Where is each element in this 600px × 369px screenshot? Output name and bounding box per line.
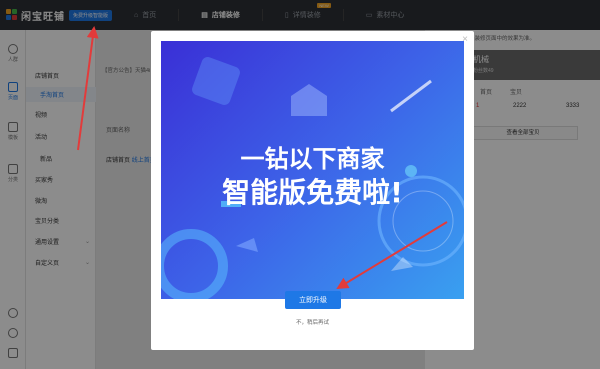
arrow-to-upgrade-button — [336, 221, 448, 290]
arrow-to-upgrade-badge — [77, 26, 99, 151]
annotation-arrows — [77, 26, 448, 290]
